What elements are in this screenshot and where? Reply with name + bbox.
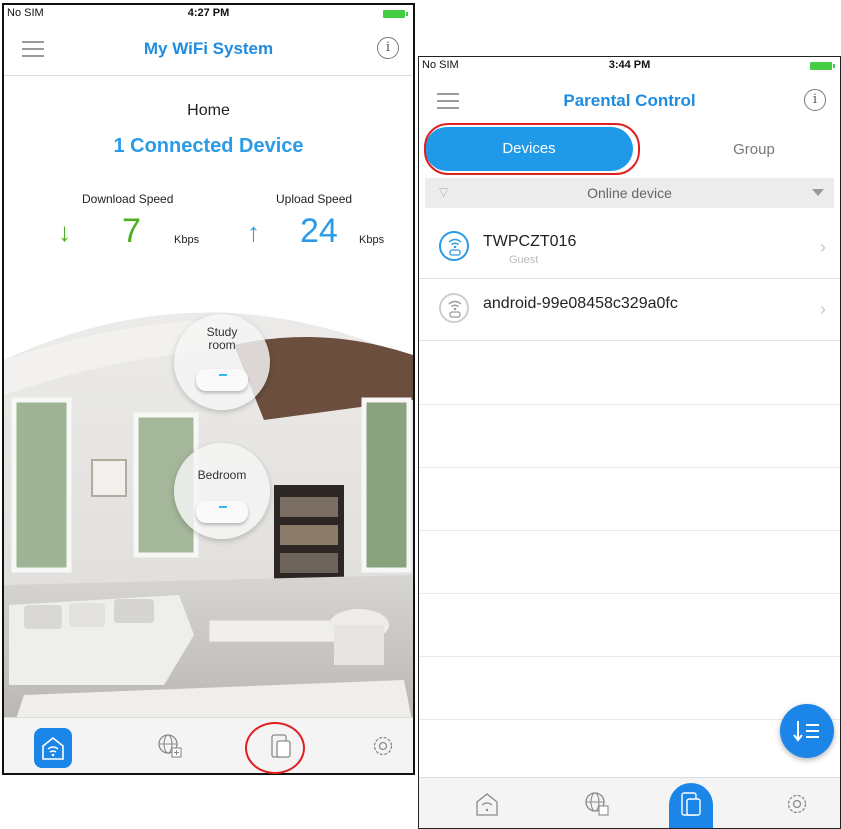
status-time: 3:44 PM [608,59,651,71]
battery-icon [383,10,408,18]
divider [419,719,840,720]
info-icon[interactable]: i [804,89,826,111]
divider [419,530,840,531]
gear-icon [373,736,393,756]
divider [419,404,840,405]
node-label: Study room [206,325,238,352]
globe-icon [158,734,182,758]
node-bedroom[interactable]: Bedroom [174,443,270,539]
highlight-ring [424,123,640,175]
nav-bar: Parental Control i [419,77,840,127]
device-group: Guest [509,254,539,266]
home-wifi-icon [476,793,498,816]
divider [419,467,840,468]
tab-bar [419,777,840,828]
list-item[interactable]: TWPCZT016 Guest › [419,217,840,279]
list-item[interactable]: android-99e08458c329a0fc › [419,279,840,341]
download-arrow-icon: ↓ [58,217,71,247]
sort-icon [793,721,819,742]
tab-home[interactable] [34,728,72,768]
status-bar: No SIM 4:27 PM [4,5,413,23]
router-icon [196,501,248,523]
menu-icon[interactable] [22,41,44,57]
connected-devices-link[interactable]: 1 Connected Device [4,135,413,158]
filter-label: Online device [587,185,672,201]
node-label: Bedroom [197,468,247,482]
filter-dropdown[interactable]: ▽ Online device [425,178,834,208]
upload-speed-unit: Kbps [359,234,385,246]
page-title: Parental Control [563,91,696,110]
battery-icon [810,62,835,70]
tab-devices[interactable] [669,783,713,828]
tab-globe[interactable] [154,730,186,762]
page-title: My WiFi System [143,39,274,58]
menu-icon[interactable] [437,93,459,109]
location-label: Home [187,102,230,119]
sort-button[interactable] [780,704,834,758]
device-name: TWPCZT016 [483,233,577,250]
node-study-room[interactable]: Study room [174,314,270,410]
tab-group[interactable]: Group [679,127,829,173]
home-wifi-icon [42,736,64,760]
status-time: 4:27 PM [187,7,230,19]
upload-speed-label: Upload Speed [276,192,353,206]
router-icon [196,369,248,391]
highlight-ring [245,722,305,774]
device-wifi-icon [439,293,469,323]
devices-icon [681,792,701,816]
chevron-right-icon: › [820,237,826,257]
device-name: android-99e08458c329a0fc [483,295,678,312]
download-speed-label: Download Speed [82,192,174,206]
nav-bar: My WiFi System i [4,25,413,76]
parental-control-screen: No SIM 3:44 PM Parental Control i Device… [418,56,841,829]
divider [419,656,840,657]
upload-arrow-icon: ↑ [247,217,260,247]
globe-icon [585,792,609,816]
tab-settings[interactable] [781,788,813,820]
upload-speed-value: 24 [300,212,338,250]
divider [419,593,840,594]
tab-home[interactable] [471,788,503,820]
status-bar: No SIM 3:44 PM [419,57,840,75]
info-icon[interactable]: i [377,37,399,59]
download-speed-value: 7 [122,212,141,250]
device-wifi-icon [439,231,469,261]
tab-settings[interactable] [367,730,399,762]
tab-bar [4,717,413,773]
gear-icon [787,794,807,814]
tab-globe[interactable] [581,788,613,820]
main-screen: No SIM 4:27 PM My WiFi System i Home 1 C… [2,3,415,775]
download-speed-unit: Kbps [174,234,200,246]
chevron-right-icon: › [820,299,826,319]
chevron-down-icon [812,189,824,196]
